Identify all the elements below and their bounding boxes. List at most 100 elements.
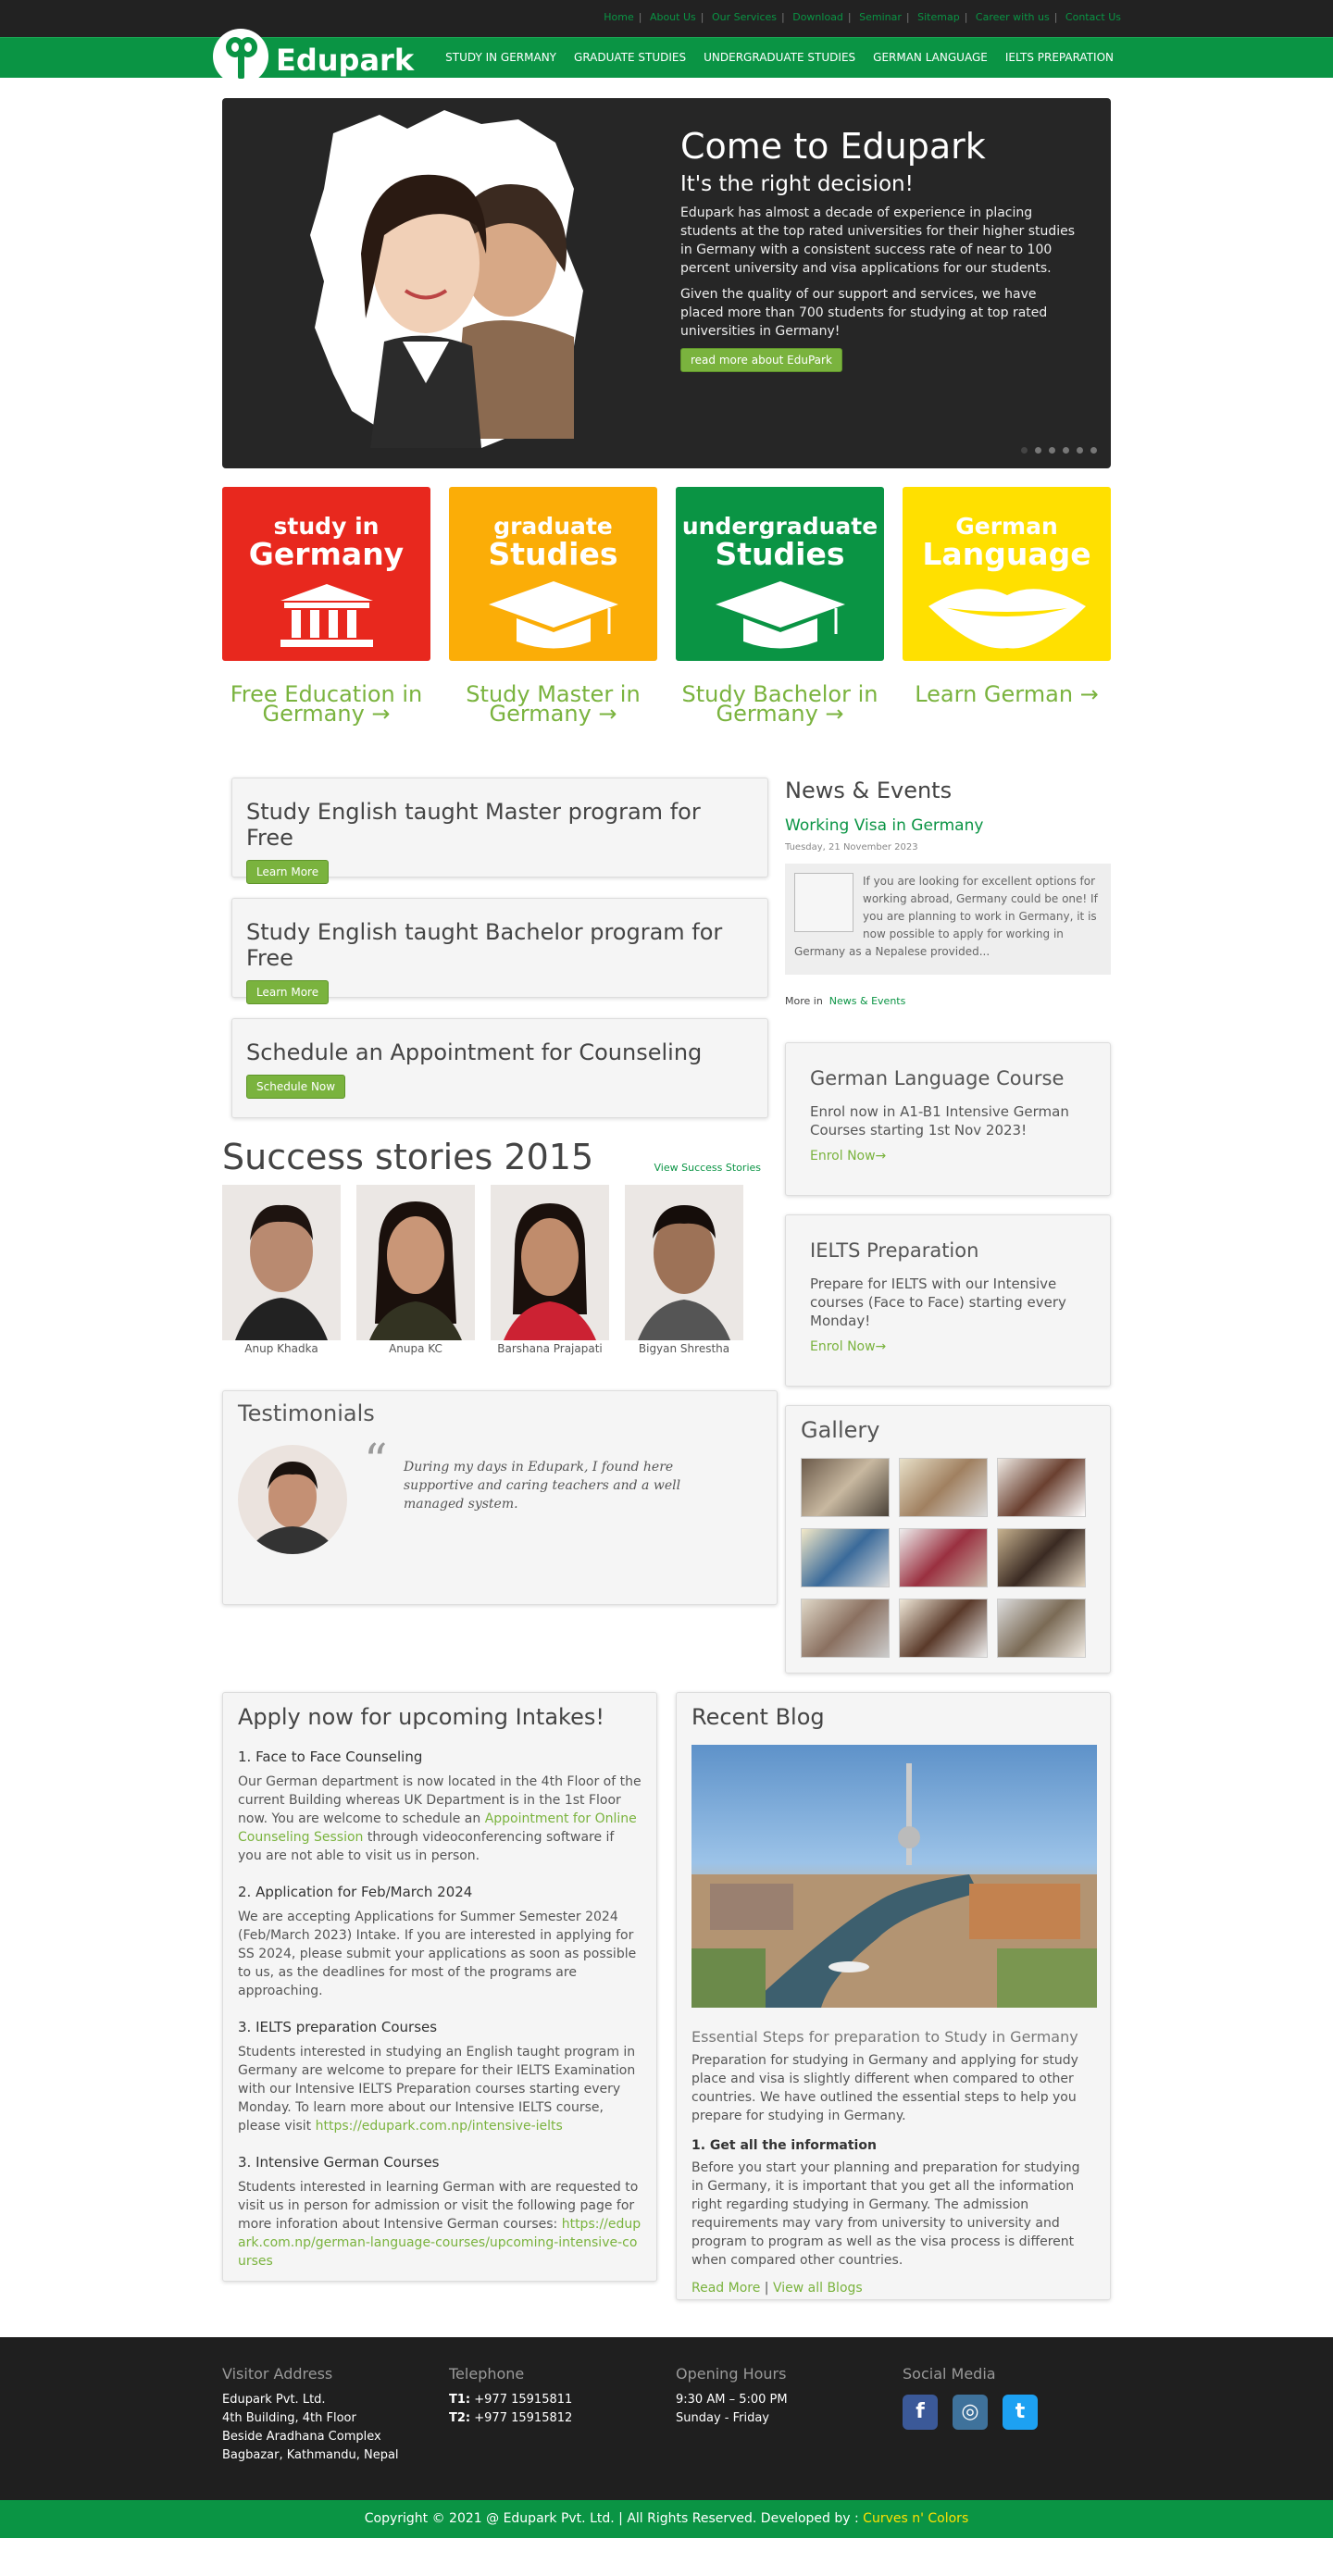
more-in-label: More in: [785, 995, 823, 1007]
tile-line2: Germany: [248, 536, 405, 572]
top-link-home[interactable]: Home: [604, 11, 633, 23]
developer-link[interactable]: Curves n' Colors: [863, 2511, 968, 2526]
ielts-link[interactable]: https://edupark.com.np/intensive-ielts: [316, 2119, 563, 2134]
phone-number[interactable]: +977 15915811: [474, 2393, 572, 2407]
nav-german-language[interactable]: GERMAN LANGUAGE: [873, 51, 988, 64]
nav-undergraduate-studies[interactable]: UNDERGRADUATE STUDIES: [704, 51, 855, 64]
success-person[interactable]: Bigyan Shrestha: [625, 1185, 743, 1355]
tile-study-germany[interactable]: study in Germany Free Education in Germa…: [222, 487, 430, 728]
read-more-button[interactable]: read more about EduPark: [680, 347, 842, 372]
top-links: Home | About Us | Our Services | Download | …: [604, 11, 1121, 23]
slider-dot[interactable]: [1021, 447, 1028, 454]
view-success-stories-link[interactable]: View Success Stories: [654, 1162, 761, 1174]
testimonials-heading: Testimonials: [238, 1400, 375, 1426]
hero-title: Come to Edupark: [680, 126, 986, 167]
berlin-blog-image[interactable]: [691, 1745, 1097, 2008]
graduation-cap-icon: [715, 581, 845, 649]
gallery-thumb[interactable]: [801, 1458, 890, 1517]
gallery-thumb[interactable]: [899, 1599, 988, 1658]
read-more-link[interactable]: Read More: [691, 2281, 760, 2296]
top-bar: Home | About Us | Our Services | Download | …: [0, 0, 1333, 37]
tile-link-free-education[interactable]: Free Education in Germany →: [222, 683, 430, 725]
phone-number[interactable]: +977 15915812: [474, 2411, 572, 2425]
instagram-icon[interactable]: ◎: [953, 2395, 988, 2430]
twitter-icon[interactable]: t: [1003, 2395, 1038, 2430]
slider-dot[interactable]: [1090, 447, 1097, 454]
person-name: Anup Khadka: [244, 1342, 318, 1355]
logo[interactable]: Edupark: [213, 29, 414, 84]
view-all-blogs-link[interactable]: View all Blogs: [773, 2281, 863, 2296]
top-link-download[interactable]: Download: [792, 11, 843, 23]
top-link-sitemap[interactable]: Sitemap: [917, 11, 960, 23]
tile-link-study-bachelor[interactable]: Study Bachelor in Germany →: [676, 683, 884, 725]
learn-more-button[interactable]: Learn More: [246, 860, 330, 884]
slider-dot[interactable]: [1049, 447, 1055, 454]
footer-visitor-address: Visitor Address Edupark Pvt. Ltd. 4th Bu…: [222, 2365, 426, 2465]
tile-box[interactable]: German Language: [903, 487, 1111, 661]
nav-study-germany[interactable]: STUDY IN GERMANY: [445, 51, 556, 64]
tile-box[interactable]: study in Germany: [222, 487, 430, 661]
nav-graduate-studies[interactable]: GRADUATE STUDIES: [574, 51, 686, 64]
footer-heading: Telephone: [449, 2365, 525, 2383]
nav-ielts-preparation[interactable]: IELTS PREPARATION: [1005, 51, 1114, 64]
gallery-thumb[interactable]: [997, 1458, 1086, 1517]
tile-line2: Studies: [715, 536, 845, 572]
cta-title: Schedule an Appointment for Counseling: [246, 1039, 703, 1065]
tile-undergraduate-studies[interactable]: undergraduate Studies Study Bachelor in …: [676, 487, 884, 728]
top-link-services[interactable]: Our Services: [712, 11, 777, 23]
apply-section-text: Students interested in studying an Engli…: [238, 2043, 642, 2135]
tile-graduate-studies[interactable]: graduate Studies Study Master in Germany…: [449, 487, 657, 728]
cta-title: Study English taught Bachelor program fo…: [246, 919, 723, 971]
tile-box[interactable]: graduate Studies: [449, 487, 657, 661]
gallery-thumb[interactable]: [801, 1599, 890, 1658]
quote-icon: “: [364, 1434, 388, 1487]
image-placeholder-icon: [794, 873, 853, 932]
days: Sunday - Friday: [676, 2411, 769, 2425]
enrol-now-link[interactable]: Enrol Now→: [810, 1149, 1086, 1164]
ielts-card: IELTS Preparation Prepare for IELTS with…: [785, 1214, 1111, 1387]
success-person[interactable]: Anup Khadka: [222, 1185, 341, 1355]
footer-heading: Social Media: [903, 2365, 996, 2383]
facebook-icon[interactable]: f: [903, 2395, 938, 2430]
ielts-title: IELTS Preparation: [810, 1239, 979, 1262]
tile-line2: Language: [922, 536, 1091, 572]
phone-label: T2:: [449, 2411, 471, 2425]
program-tiles: study in Germany Free Education in Germa…: [222, 487, 1111, 728]
footer-opening-hours: Opening Hours 9:30 AM – 5:00 PM Sunday -…: [676, 2365, 879, 2428]
success-person[interactable]: Barshana Prajapati: [491, 1185, 609, 1355]
german-course-text: Enrol now in A1-B1 Intensive German Cour…: [810, 1103, 1069, 1139]
success-person[interactable]: Anupa KC: [356, 1185, 475, 1355]
tile-link-learn-german[interactable]: Learn German →: [903, 683, 1111, 705]
top-link-contact[interactable]: Contact Us: [1065, 11, 1121, 23]
gallery-thumb[interactable]: [997, 1599, 1086, 1658]
gallery-thumb[interactable]: [899, 1528, 988, 1587]
gallery-thumb[interactable]: [801, 1528, 890, 1587]
enrol-now-link[interactable]: Enrol Now→: [810, 1339, 1086, 1354]
gallery-thumb[interactable]: [899, 1458, 988, 1517]
news-heading: News & Events: [785, 778, 953, 803]
tile-link-study-master[interactable]: Study Master in Germany →: [449, 683, 657, 725]
schedule-now-button[interactable]: Schedule Now: [246, 1075, 346, 1099]
footer-telephone: Telephone T1: +977 15915811 T2: +977 159…: [449, 2365, 653, 2428]
blog-intro: Preparation for studying in Germany and …: [691, 2053, 1078, 2123]
news-events-link[interactable]: News & Events: [829, 995, 906, 1007]
news-excerpt-box: If you are looking for excellent options…: [785, 864, 1111, 975]
blog-text: Before you start your planning and prepa…: [691, 2160, 1080, 2268]
top-link-career[interactable]: Career with us: [976, 11, 1050, 23]
news-item-title[interactable]: Working Visa in Germany: [785, 816, 1111, 835]
footer-heading: Opening Hours: [676, 2365, 787, 2383]
tile-german-language[interactable]: German Language Learn German →: [903, 487, 1111, 728]
slider-dot[interactable]: [1063, 447, 1069, 454]
learn-more-button[interactable]: Learn More: [246, 980, 330, 1004]
gallery-thumb[interactable]: [997, 1528, 1086, 1587]
news-date: Tuesday, 21 November 2023: [785, 842, 918, 852]
address-line: Bagbazar, Kathmandu, Nepal: [222, 2448, 399, 2462]
phone-line: T2: +977 15915812: [449, 2409, 653, 2428]
apply-section-title: 3. IELTS preparation Courses: [238, 2019, 438, 2035]
slider-dot[interactable]: [1077, 447, 1083, 454]
blog-title[interactable]: Essential Steps for preparation to Study…: [691, 2028, 1095, 2046]
top-link-seminar[interactable]: Seminar: [859, 11, 902, 23]
slider-dot[interactable]: [1035, 447, 1041, 454]
top-link-about[interactable]: About Us: [650, 11, 696, 23]
tile-box[interactable]: undergraduate Studies: [676, 487, 884, 661]
